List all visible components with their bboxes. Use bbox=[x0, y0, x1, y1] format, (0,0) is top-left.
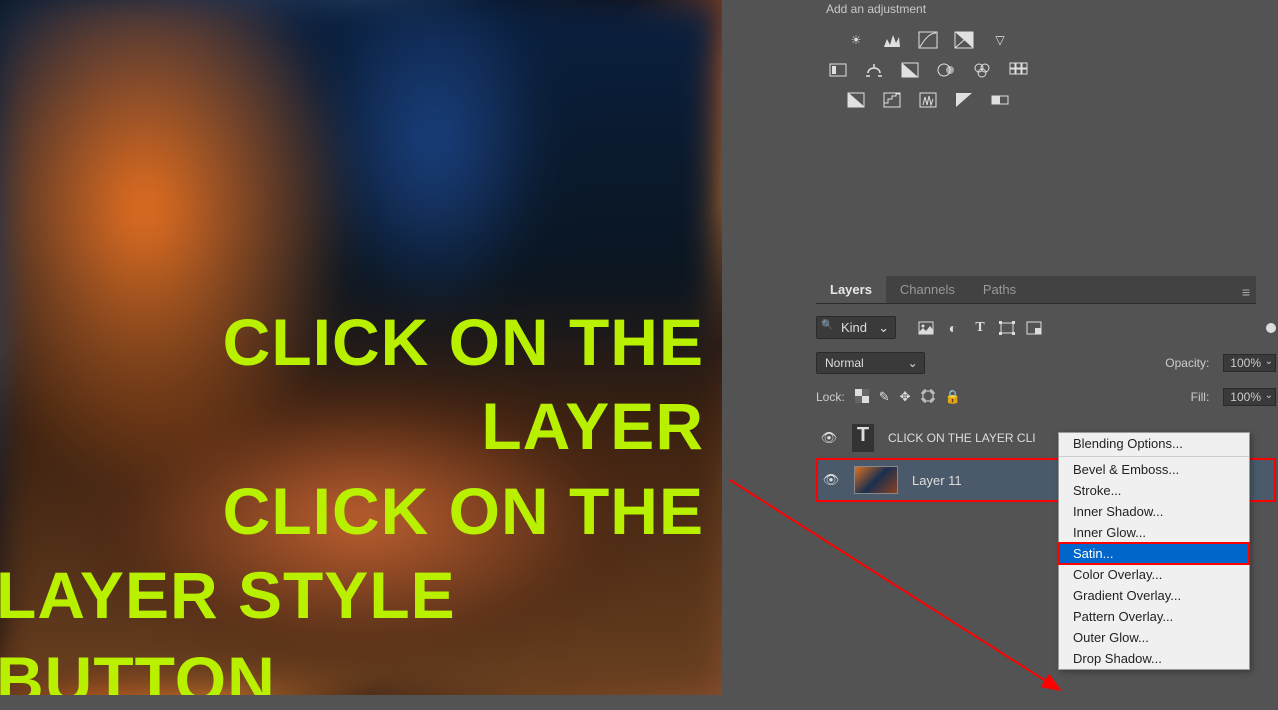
lock-position-icon[interactable]: ✥ bbox=[900, 389, 911, 406]
lock-paint-icon[interactable]: ✎ bbox=[879, 389, 890, 406]
layer-style-context-menu: Blending Options... Bevel & Emboss... St… bbox=[1058, 432, 1250, 670]
blend-mode-row: Normal Opacity: 100% bbox=[816, 352, 1276, 374]
brightness-icon[interactable]: ☀ bbox=[844, 30, 868, 50]
filter-smart-icon[interactable] bbox=[1026, 320, 1042, 336]
menu-satin[interactable]: Satin... bbox=[1059, 543, 1249, 564]
visibility-icon[interactable]: 👁 bbox=[820, 430, 838, 446]
opacity-value[interactable]: 100% bbox=[1223, 354, 1276, 372]
filter-shape-icon[interactable] bbox=[999, 320, 1015, 336]
levels-icon[interactable] bbox=[880, 30, 904, 50]
color-lookup-icon[interactable] bbox=[1006, 60, 1030, 80]
layer-filter-row: Kind ◐ T bbox=[816, 316, 1276, 339]
filter-toggle-icon[interactable] bbox=[1266, 323, 1276, 333]
adjustments-title: Add an adjustment bbox=[826, 2, 1030, 16]
canvas[interactable]: CLICK ON THE LAYER CLICK ON THE LAYER ST… bbox=[0, 0, 722, 695]
filter-kind-select[interactable]: Kind bbox=[816, 316, 896, 339]
threshold-icon[interactable] bbox=[916, 90, 940, 110]
tab-paths[interactable]: Paths bbox=[969, 276, 1030, 303]
lock-row: Lock: ✎ ✥ 🔒 Fill: 100% bbox=[816, 388, 1276, 406]
menu-stroke[interactable]: Stroke... bbox=[1059, 480, 1249, 501]
posterize-icon[interactable] bbox=[880, 90, 904, 110]
lock-all-icon[interactable]: 🔒 bbox=[945, 389, 961, 406]
menu-outer-glow[interactable]: Outer Glow... bbox=[1059, 627, 1249, 648]
text-layer-thumb: T bbox=[852, 424, 874, 452]
menu-inner-glow[interactable]: Inner Glow... bbox=[1059, 522, 1249, 543]
invert-icon[interactable] bbox=[844, 90, 868, 110]
channel-mixer-icon[interactable] bbox=[970, 60, 994, 80]
selective-color-icon[interactable] bbox=[952, 90, 976, 110]
menu-blending-options[interactable]: Blending Options... bbox=[1059, 433, 1249, 454]
photo-filter-icon[interactable] bbox=[934, 60, 958, 80]
curves-icon[interactable] bbox=[916, 30, 940, 50]
menu-gradient-overlay[interactable]: Gradient Overlay... bbox=[1059, 585, 1249, 606]
adjustment-icon-grid: ☀ ▽ bbox=[826, 30, 1030, 110]
bw-icon[interactable] bbox=[898, 60, 922, 80]
lock-transparency-icon[interactable] bbox=[855, 389, 869, 406]
menu-bevel-emboss[interactable]: Bevel & Emboss... bbox=[1059, 459, 1249, 480]
layer-name[interactable]: CLICK ON THE LAYER CLI bbox=[888, 431, 1036, 445]
overlay-line-1: CLICK ON THE LAYER bbox=[0, 300, 704, 469]
menu-drop-shadow[interactable]: Drop Shadow... bbox=[1059, 648, 1249, 669]
exposure-icon[interactable] bbox=[952, 30, 976, 50]
visibility-icon[interactable]: 👁 bbox=[822, 472, 840, 488]
menu-pattern-overlay[interactable]: Pattern Overlay... bbox=[1059, 606, 1249, 627]
filter-pixel-icon[interactable] bbox=[918, 320, 934, 336]
gradient-map-icon[interactable] bbox=[988, 90, 1012, 110]
overlay-line-2: CLICK ON THE bbox=[0, 469, 704, 553]
image-layer-thumb bbox=[854, 466, 898, 494]
filter-adjustment-icon[interactable]: ◐ bbox=[945, 320, 961, 336]
menu-color-overlay[interactable]: Color Overlay... bbox=[1059, 564, 1249, 585]
lock-label: Lock: bbox=[816, 390, 845, 404]
menu-separator bbox=[1059, 456, 1249, 457]
layer-name[interactable]: Layer 11 bbox=[912, 473, 962, 488]
blend-mode-select[interactable]: Normal bbox=[816, 352, 925, 374]
adjustments-panel: Add an adjustment ☀ ▽ bbox=[826, 2, 1030, 110]
overlay-line-3: LAYER STYLE BUTTON bbox=[0, 553, 704, 695]
tab-channels[interactable]: Channels bbox=[886, 276, 969, 303]
tab-layers[interactable]: Layers bbox=[816, 276, 886, 303]
opacity-label: Opacity: bbox=[1165, 356, 1209, 370]
lock-artboard-icon[interactable] bbox=[921, 389, 935, 406]
panel-tabs: Layers Channels Paths ≡ bbox=[816, 276, 1256, 304]
hue-icon[interactable] bbox=[826, 60, 850, 80]
color-balance-icon[interactable] bbox=[862, 60, 886, 80]
menu-inner-shadow[interactable]: Inner Shadow... bbox=[1059, 501, 1249, 522]
panel-menu-icon[interactable]: ≡ bbox=[1242, 284, 1250, 300]
vibrance-icon[interactable]: ▽ bbox=[988, 30, 1012, 50]
filter-type-icon[interactable]: T bbox=[972, 320, 988, 336]
canvas-overlay-text: CLICK ON THE LAYER CLICK ON THE LAYER ST… bbox=[0, 300, 704, 695]
fill-value[interactable]: 100% bbox=[1223, 388, 1276, 406]
fill-label: Fill: bbox=[1191, 390, 1210, 404]
